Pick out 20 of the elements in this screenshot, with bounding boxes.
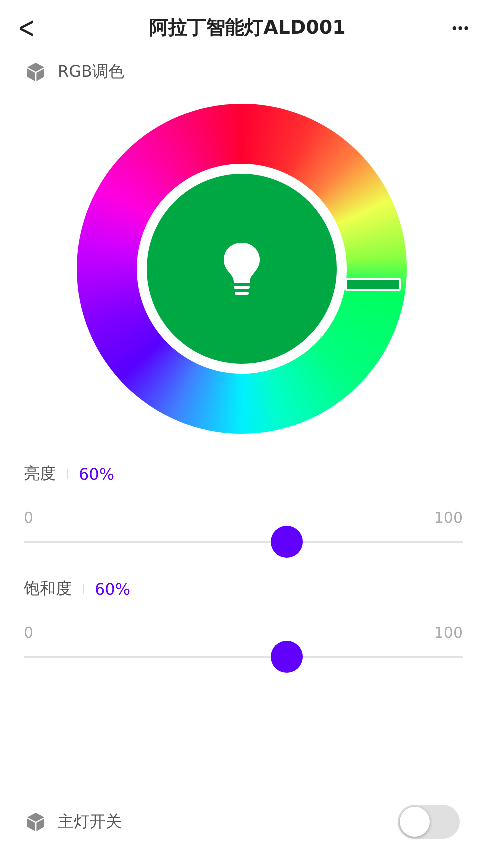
slider-label: 亮度	[24, 464, 56, 484]
switch-label: 主灯开关	[58, 812, 123, 832]
wheel-handle[interactable]	[345, 278, 401, 291]
range-max: 100	[434, 624, 463, 642]
slider-value: 60%	[95, 580, 131, 598]
main-light-toggle[interactable]	[398, 805, 460, 839]
range-min: 0	[24, 624, 34, 642]
bulb-icon	[222, 241, 262, 297]
back-button[interactable]: <	[14, 10, 38, 46]
section-label: RGB调色	[58, 62, 124, 82]
range-max: 100	[434, 509, 463, 527]
slider-thumb[interactable]	[271, 641, 304, 673]
slider-value: 60%	[79, 464, 115, 484]
slider-thumb[interactable]	[271, 526, 304, 558]
page-title: 阿拉丁智能灯ALD001	[150, 16, 346, 41]
cube-icon	[26, 62, 46, 82]
range-min: 0	[24, 509, 34, 527]
slider-label: 饱和度	[24, 578, 72, 600]
more-button[interactable]: •••	[452, 20, 470, 36]
cube-icon	[26, 812, 46, 832]
